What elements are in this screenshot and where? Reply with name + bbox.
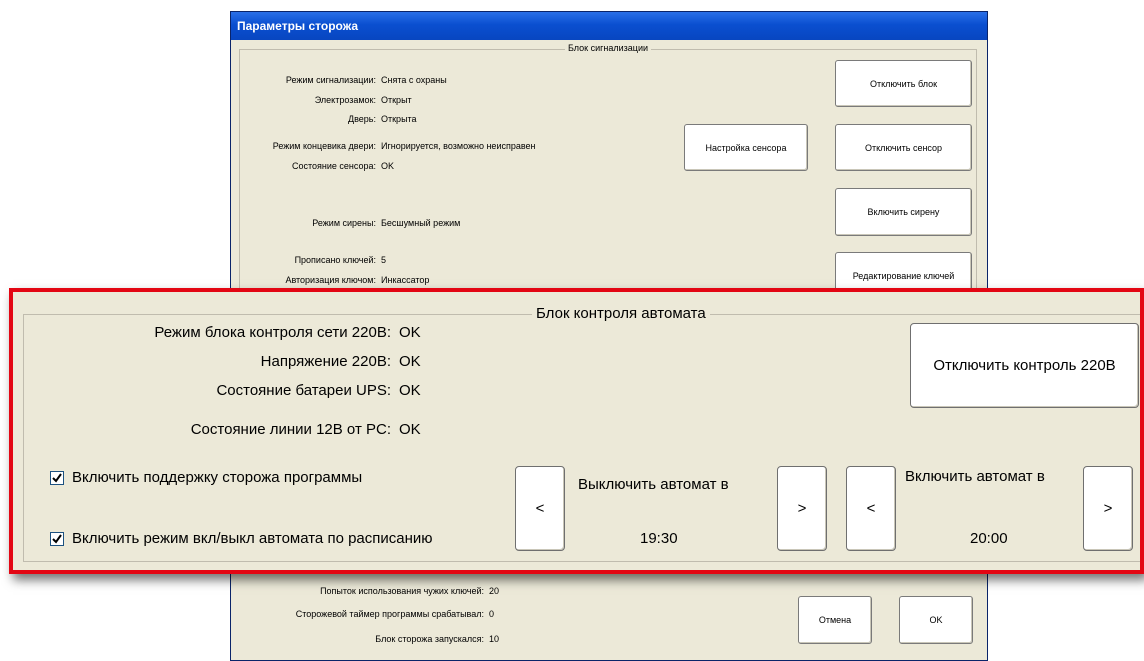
pc-line-value: OK <box>399 421 421 438</box>
ok-button[interactable]: OK <box>899 596 973 644</box>
key-auth-value: Инкассатор <box>381 275 430 285</box>
door-value: Открыта <box>381 114 417 124</box>
signal-block-legend: Блок сигнализации <box>564 43 652 53</box>
lock-row: Электрозамок: Открыт <box>251 95 412 105</box>
network-mode-value: OK <box>399 324 421 341</box>
key-auth-label: Авторизация ключом: <box>285 275 376 285</box>
off-time-decrease-button[interactable]: < <box>515 466 565 551</box>
key-auth-row: Авторизация ключом: Инкассатор <box>251 275 429 285</box>
schedule-mode-label: Включить режим вкл/выкл автомата по расп… <box>72 530 433 547</box>
keys-count-row: Прописано ключей: 5 <box>251 255 386 265</box>
door-switch-row: Режим концевика двери: Игнорируется, возм… <box>251 141 536 151</box>
door-switch-label: Режим концевика двери: <box>272 141 376 151</box>
voltage-label: Напряжение 220В: <box>260 353 391 370</box>
on-time-value: 20:00 <box>970 530 1008 547</box>
ups-battery-value: OK <box>399 382 421 399</box>
sensor-state-value: OK <box>381 161 395 171</box>
keys-count-value: 5 <box>381 255 387 265</box>
lock-label: Электрозамок: <box>314 95 376 105</box>
door-label: Дверь: <box>348 114 376 124</box>
watchdog-row: Сторожевой таймер программы срабатывал: 0 <box>251 609 494 619</box>
lock-value: Открыт <box>381 95 412 105</box>
sensor-settings-button[interactable]: Настройка сенсора <box>684 124 808 171</box>
off-time-value: 19:30 <box>640 530 678 547</box>
enable-siren-button[interactable]: Включить сирену <box>835 188 972 236</box>
guard-started-value: 10 <box>489 634 500 644</box>
guard-support-checkbox-row[interactable]: Включить поддержку сторожа программы <box>50 469 362 486</box>
disable-block-button[interactable]: Отключить блок <box>835 60 972 107</box>
checkmark-icon <box>52 472 62 483</box>
alarm-mode-row: Режим сигнализации: Снята с охраны <box>251 75 447 85</box>
checkmark-icon <box>52 533 62 544</box>
voltage-row: Напряжение 220В: OK <box>33 353 421 370</box>
schedule-mode-checkbox-row[interactable]: Включить режим вкл/выкл автомата по расп… <box>50 530 433 547</box>
alarm-mode-label: Режим сигнализации: <box>285 75 376 85</box>
foreign-keys-label: Попыток использования чужих ключей: <box>320 586 484 596</box>
ups-battery-row: Состояние батареи UPS: OK <box>33 382 421 399</box>
off-time-label: Выключить автомат в <box>578 476 729 493</box>
disable-220v-control-button[interactable]: Отключить контроль 220В <box>910 323 1139 408</box>
cancel-button[interactable]: Отмена <box>798 596 872 644</box>
on-time-label: Включить автомат в <box>905 468 1045 485</box>
ups-battery-label: Состояние батареи UPS: <box>216 382 391 399</box>
foreign-keys-row: Попыток использования чужих ключей: 20 <box>251 586 499 596</box>
pc-line-label: Состояние линии 12В от PC: <box>190 421 391 438</box>
network-mode-label: Режим блока контроля сети 220В: <box>154 324 391 341</box>
pc-line-row: Состояние линии 12В от PC: OK <box>33 421 421 438</box>
guard-support-checkbox[interactable] <box>50 470 64 485</box>
foreign-keys-value: 20 <box>489 586 500 596</box>
guard-started-label: Блок сторожа запускался: <box>375 634 484 644</box>
door-row: Дверь: Открыта <box>251 114 417 124</box>
sensor-state-row: Состояние сенсора: OK <box>251 161 394 171</box>
disable-sensor-button[interactable]: Отключить сенсор <box>835 124 972 171</box>
watchdog-label: Сторожевой таймер программы срабатывал: <box>295 609 484 619</box>
voltage-value: OK <box>399 353 421 370</box>
automat-control-legend: Блок контроля автомата <box>532 305 710 322</box>
guard-support-label: Включить поддержку сторожа программы <box>72 469 363 486</box>
network-mode-row: Режим блока контроля сети 220В: OK <box>33 324 421 341</box>
siren-mode-value: Бесшумный режим <box>381 218 461 228</box>
keys-count-label: Прописано ключей: <box>294 255 376 265</box>
zoomed-panel: Блок контроля автомата Режим блока контр… <box>9 288 1144 574</box>
door-switch-value: Игнорируется, возможно неисправен <box>381 141 536 151</box>
off-time-increase-button[interactable]: > <box>777 466 827 551</box>
dialog-title: Параметры сторожа <box>231 12 987 40</box>
alarm-mode-value: Снята с охраны <box>381 75 447 85</box>
watchdog-value: 0 <box>489 609 495 619</box>
siren-mode-row: Режим сирены: Бесшумный режим <box>251 218 460 228</box>
schedule-mode-checkbox[interactable] <box>50 531 64 546</box>
on-time-increase-button[interactable]: > <box>1083 466 1133 551</box>
on-time-decrease-button[interactable]: < <box>846 466 896 551</box>
guard-started-row: Блок сторожа запускался: 10 <box>251 634 499 644</box>
siren-mode-label: Режим сирены: <box>312 218 376 228</box>
sensor-state-label: Состояние сенсора: <box>291 161 376 171</box>
